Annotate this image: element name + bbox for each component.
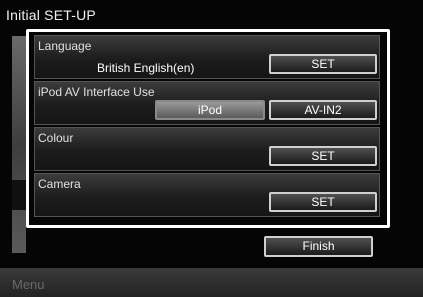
page-title: Initial SET-UP xyxy=(6,7,96,23)
menu-label: Menu xyxy=(12,277,45,292)
camera-section: Camera SET xyxy=(34,173,380,217)
ipod-option-button[interactable]: iPod xyxy=(155,100,265,120)
ipod-av-label: iPod AV Interface Use xyxy=(38,85,155,99)
av-in2-option-button[interactable]: AV-IN2 xyxy=(269,100,377,120)
language-label: Language xyxy=(38,39,92,53)
settings-panel: Language British English(en) SET iPod AV… xyxy=(26,29,390,228)
scrollbar-track[interactable] xyxy=(12,36,26,253)
finish-button[interactable]: Finish xyxy=(264,236,373,257)
camera-set-button[interactable]: SET xyxy=(269,192,377,212)
language-value: British English(en) xyxy=(97,61,195,75)
ipod-av-section: iPod AV Interface Use iPod AV-IN2 xyxy=(34,81,380,125)
camera-label: Camera xyxy=(38,177,81,191)
scrollbar-thumb[interactable] xyxy=(12,180,26,210)
language-set-button[interactable]: SET xyxy=(269,54,377,74)
colour-section: Colour SET xyxy=(34,127,380,171)
language-section: Language British English(en) SET xyxy=(34,35,380,79)
colour-label: Colour xyxy=(38,131,74,145)
bottom-bar xyxy=(0,268,423,297)
colour-set-button[interactable]: SET xyxy=(269,146,377,166)
